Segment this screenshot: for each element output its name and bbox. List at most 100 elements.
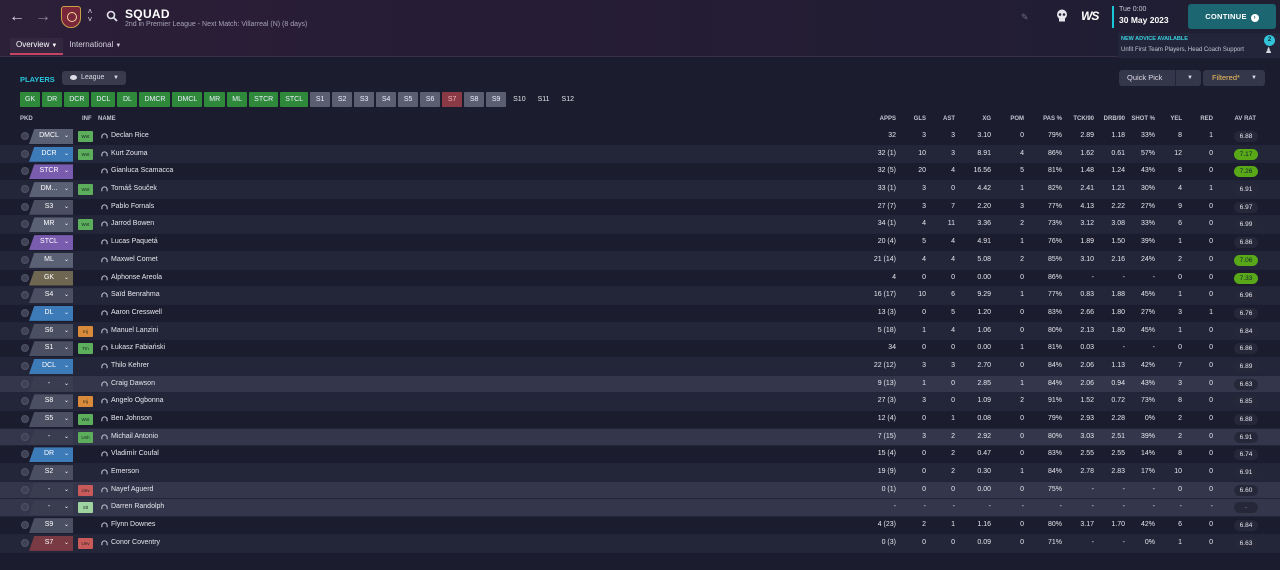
forward-arrow-icon[interactable]: → [34,8,52,26]
penalty-kick-radio[interactable] [21,326,29,335]
position-selector[interactable]: ML ⌄ [29,252,73,268]
table-row[interactable]: S6 ⌄ Inj Manuel Lanzini 5 (18) 1 4 1.06 0 80% 2.13… [0,322,1280,341]
player-name[interactable]: Conor Coventry [111,539,160,546]
status-badge[interactable]: Wnt [78,219,93,231]
headphones-icon[interactable] [101,274,108,282]
table-row[interactable]: DM... ⌄ Wnt Tomáš Souček 33 (1) 3 0 4.42 1 82% 2.4… [0,181,1280,199]
headphones-icon[interactable] [101,204,108,211]
table-row[interactable]: MR ⌄ Wnt Jarrod Bowen 34 (1) 4 11 3.36 2 73% 3.12 3… [0,216,1280,235]
table-row[interactable]: DMCL ⌄ Wnt Declan Rice 32 3 3 3.10 0 79% 2.89 1.18 3… [0,128,1280,146]
penalty-kick-radio[interactable] [21,238,29,247]
player-name[interactable]: Angelo Ogbonna [111,397,164,404]
headphones-icon[interactable] [101,451,108,458]
position-filter-s6[interactable]: S6 [420,92,441,107]
headphones-icon[interactable] [101,168,108,175]
player-name[interactable]: Declan Rice [111,132,149,139]
penalty-kick-radio[interactable] [21,450,29,459]
player-name[interactable]: Darren Randolph [111,503,164,510]
penalty-kick-radio[interactable] [21,167,29,176]
position-filter-dl[interactable]: DL [117,92,138,107]
penalty-kick-radio[interactable] [21,468,29,477]
headphones-icon[interactable] [101,151,108,158]
player-name[interactable]: Aaron Cresswell [111,309,162,316]
position-selector[interactable]: S4 ⌄ [29,288,73,304]
headphones-icon[interactable] [101,186,108,193]
table-row[interactable]: ML ⌄ Maxwel Cornet 21 (14) 4 4 5.08 2 85% 3.10 2.1… [0,251,1280,270]
position-selector[interactable]: DL ⌄ [29,305,73,321]
position-selector[interactable]: - ⌄ [29,376,73,392]
table-row[interactable]: DCL ⌄ Thilo Kehrer 22 (12) 3 3 2.70 0 84% 2.06 1.1… [0,357,1280,376]
continue-button[interactable]: CONTINUE › [1188,4,1276,29]
column-header-pas[interactable]: PAS % [1034,116,1062,122]
table-row[interactable]: GK ⌄ Alphonse Areola 4 0 0 0.00 0 86% - - - 0 0 7.33 [0,270,1280,288]
penalty-kick-radio[interactable] [21,379,29,388]
table-row[interactable]: - ⌄ Craig Dawson 9 (13) 1 0 2.85 1 84% 2.06 0.94 43… [0,375,1280,394]
headphones-icon[interactable] [101,221,108,228]
position-filter-s12[interactable]: S12 [557,92,579,107]
status-badge[interactable]: Wnt [78,414,93,425]
player-name[interactable]: Saïd Benrahma [111,291,160,298]
column-header-pom[interactable]: POM [1000,116,1024,122]
headphones-icon[interactable] [101,504,108,511]
column-header-apps[interactable]: APPS [862,116,896,122]
status-badge[interactable]: Wnt [78,131,93,142]
player-name[interactable]: Michail Antonio [111,433,158,440]
headphones-icon[interactable] [101,257,108,264]
table-row[interactable]: S8 ⌄ Inj Angelo Ogbonna 27 (3) 3 0 1.09 2 91% 1.52… [0,393,1280,411]
status-badge[interactable]: Trn [78,343,93,355]
tab-international[interactable]: International ▼ [63,38,127,55]
advice-notification[interactable]: NEW ADVICE AVAILABLE Unfit First Team Pl… [1118,33,1280,58]
player-name[interactable]: Thilo Kehrer [111,362,149,369]
headphones-icon[interactable] [101,469,108,476]
penalty-kick-radio[interactable] [21,220,29,229]
table-row[interactable]: - ⌄ Slt Darren Randolph - - - - - - - - - - - - [0,499,1280,518]
player-name[interactable]: Tomáš Souček [111,185,157,192]
penalty-kick-radio[interactable] [21,344,29,353]
table-row[interactable]: STCL ⌄ Lucas Paquetá 20 (4) 5 4 4.91 1 76% 1.89 1.… [0,234,1280,252]
position-selector[interactable]: DCR ⌄ [29,146,73,162]
penalty-kick-radio[interactable] [21,308,29,317]
penalty-kick-radio[interactable] [21,185,29,194]
penalty-kick-radio[interactable] [21,521,29,530]
table-row[interactable]: DL ⌄ Aaron Cresswell 13 (3) 0 5 1.20 0 83% 2.66 1.… [0,305,1280,323]
headphones-icon[interactable] [101,416,108,423]
table-row[interactable]: S1 ⌄ Trn Łukasz Fabiański 34 0 0 0.00 1 81% 0.03 - -… [0,340,1280,358]
column-header-pkd[interactable]: PKD [20,116,33,122]
ws-logo[interactable]: WS [1081,9,1099,23]
skull-icon[interactable] [1056,9,1068,23]
table-row[interactable]: S4 ⌄ Saïd Benrahma 16 (17) 10 6 9.29 1 77% 0.83 1.… [0,287,1280,305]
table-row[interactable]: S7 ⌄ Unv Conor Coventry 0 (3) 0 0 0.09 0 71% - - 0% 1… [0,534,1280,553]
player-name[interactable]: Lucas Paquetá [111,238,158,245]
position-filter-gk[interactable]: GK [20,92,41,107]
up-down-chevron-icon[interactable]: ˄ ˅ [85,8,95,24]
position-filter-stcl[interactable]: STCL [280,92,309,107]
position-filter-dmcl[interactable]: DMCL [172,92,203,107]
headphones-icon[interactable] [101,345,108,352]
headphones-icon[interactable] [101,239,108,246]
penalty-kick-radio[interactable] [21,291,29,300]
headphones-icon[interactable] [101,363,108,370]
headphones-icon[interactable] [101,133,108,140]
player-name[interactable]: Nayef Aguerd [111,486,153,493]
position-selector[interactable]: S2 ⌄ [29,465,73,481]
position-filter-s1[interactable]: S1 [310,92,331,107]
position-selector[interactable]: STCL ⌄ [29,235,73,251]
headphones-icon[interactable] [101,327,108,335]
table-row[interactable]: - ⌄ Unh Michail Antonio 7 (15) 3 2 2.92 0 80% 3.03… [0,428,1280,447]
position-filter-dcl[interactable]: DCL [91,92,116,107]
penalty-kick-radio[interactable] [21,361,29,370]
headphones-icon[interactable] [101,292,108,299]
penalty-kick-radio[interactable] [21,273,29,282]
position-selector[interactable]: S8 ⌄ [29,394,73,410]
position-selector[interactable]: - ⌄ [29,429,73,445]
table-row[interactable]: S5 ⌄ Wnt Ben Johnson 12 (4) 0 1 0.08 0 79% 2.93 2.2… [0,411,1280,429]
penalty-kick-radio[interactable] [21,503,29,512]
chevron-down-icon[interactable]: ▼ [1187,70,1193,86]
position-selector[interactable]: STCR ⌄ [29,164,73,180]
player-name[interactable]: Craig Dawson [111,380,155,387]
position-selector[interactable]: S3 ⌄ [29,199,73,215]
position-selector[interactable]: GK ⌄ [29,270,73,286]
search-icon[interactable] [106,10,118,22]
table-row[interactable]: DR ⌄ Vladimír Coufal 15 (4) 0 2 0.47 0 83% 2.55 2.… [0,446,1280,465]
table-row[interactable]: S9 ⌄ Flynn Downes 4 (23) 2 1 1.16 0 80% 3.17 1.70 4… [0,517,1280,535]
